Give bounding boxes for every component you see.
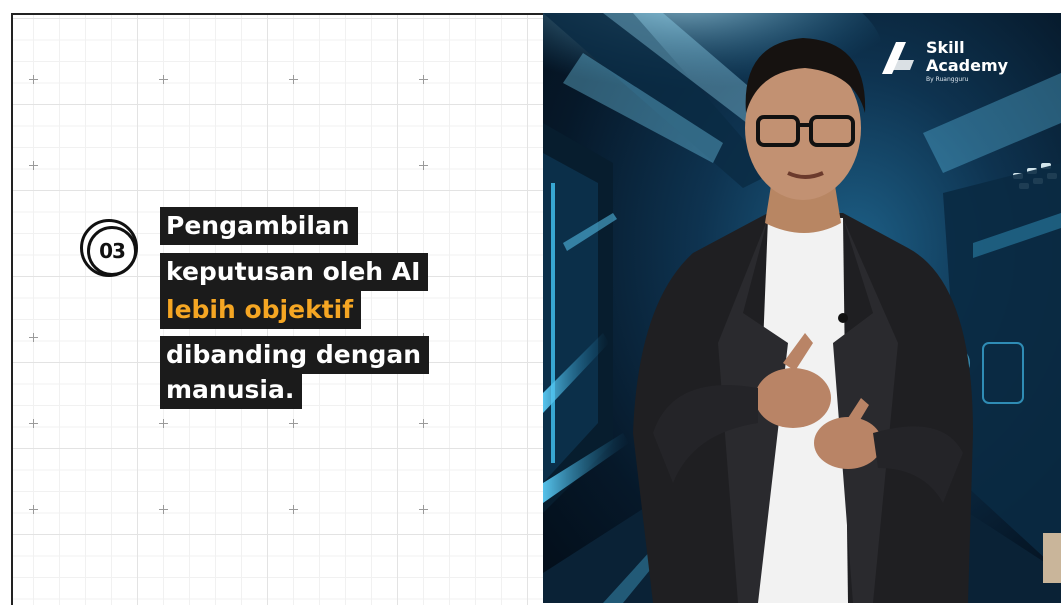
brand-name-line-2: Academy <box>926 56 1009 75</box>
grid-marker <box>29 161 38 170</box>
caption-line-2: keputusan oleh AI <box>160 253 429 291</box>
grid-marker <box>159 505 168 514</box>
caption-line-1: Pengambilan <box>160 207 358 245</box>
grid-marker <box>289 505 298 514</box>
caption-line-4: dibanding dengan <box>160 336 430 374</box>
grid-marker <box>29 505 38 514</box>
grid-marker <box>29 419 38 428</box>
brand-tagline: By Ruangguru <box>926 76 969 83</box>
grid-marker <box>289 75 298 84</box>
logo-icon <box>882 42 914 74</box>
grid-marker <box>289 419 298 428</box>
grid-marker <box>159 419 168 428</box>
grid-marker <box>419 75 428 84</box>
point-number: 03 <box>87 226 137 276</box>
grid-marker <box>29 333 38 342</box>
caption-line-highlight: lebih objektif <box>160 291 362 329</box>
grid-marker <box>419 505 428 514</box>
caption-line-5: manusia. <box>160 371 303 409</box>
grid-marker <box>159 75 168 84</box>
presenter-video <box>543 13 1061 603</box>
grid-marker <box>29 75 38 84</box>
grid-marker <box>419 419 428 428</box>
video-frame: 03 Pengambilan keputusan oleh AI lebih o… <box>0 0 1061 605</box>
brand-name-line-1: Skill <box>926 38 965 57</box>
point-number-badge: 03 <box>80 219 138 277</box>
presenter-person <box>633 38 973 603</box>
grid-marker <box>419 161 428 170</box>
